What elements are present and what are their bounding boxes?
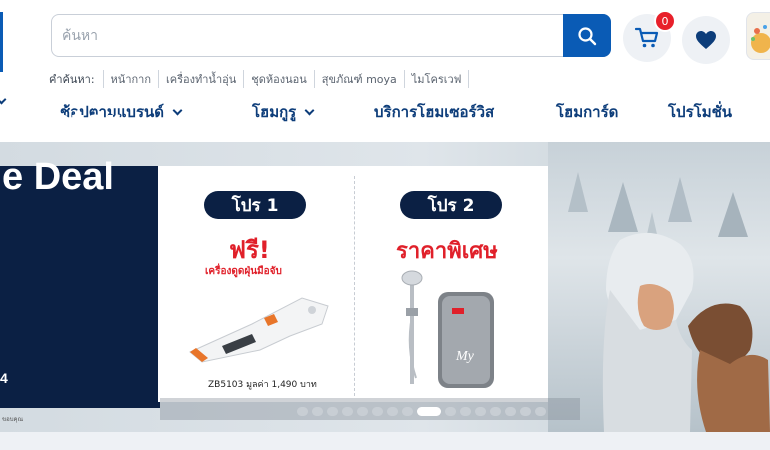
content-section-start bbox=[0, 432, 770, 450]
nav-item-label: บริการโฮมเซอร์วิส bbox=[374, 103, 495, 121]
carousel-dot[interactable] bbox=[445, 406, 456, 416]
nav-item-label: โฮมกูรู bbox=[252, 103, 297, 121]
logo-edge[interactable] bbox=[0, 12, 3, 72]
handheld-vacuum-image bbox=[189, 297, 329, 363]
cart-count-badge: 0 bbox=[654, 10, 676, 32]
carousel-dot[interactable] bbox=[490, 406, 501, 416]
banner-headline: e Deal bbox=[2, 156, 114, 198]
carousel-dot[interactable] bbox=[475, 406, 486, 416]
mother-and-baby-photo bbox=[602, 232, 770, 432]
svg-text:My: My bbox=[455, 349, 475, 364]
promo-1-subtitle: เครื่องดูดฝุ่นมือจับ bbox=[205, 266, 282, 277]
search-input[interactable] bbox=[52, 15, 564, 56]
carousel-dot[interactable] bbox=[387, 406, 398, 416]
carousel-dot[interactable] bbox=[402, 406, 413, 416]
nav-item-promotion[interactable]: โปรโมชั่น bbox=[668, 100, 732, 124]
search-icon bbox=[578, 26, 597, 45]
nav-item-home-service[interactable]: บริการโฮมเซอร์วิส bbox=[374, 100, 494, 124]
promo-2-pill: โปร 2 bbox=[400, 191, 502, 219]
carousel-dot[interactable] bbox=[520, 406, 531, 416]
avatar-image bbox=[751, 25, 770, 53]
water-heater-image: My bbox=[401, 270, 494, 388]
account-avatar[interactable] bbox=[746, 12, 770, 60]
banner-fine-print: ขอบคุณ bbox=[2, 416, 24, 423]
carousel-dot[interactable] bbox=[535, 406, 546, 416]
nav-item-label: โฮมการ์ด bbox=[556, 103, 619, 121]
nav-item-label: โปรโมชั่น bbox=[668, 103, 733, 121]
nav-item-home-card[interactable]: โฮมการ์ด bbox=[556, 100, 618, 124]
carousel-dot[interactable] bbox=[372, 406, 383, 416]
carousel-dot[interactable] bbox=[297, 406, 308, 416]
banner-headline: Heater bbox=[2, 102, 121, 144]
carousel-dot[interactable] bbox=[312, 406, 323, 416]
popular-keywords: คำค้นหา: หน้ากาก เครื่องทำน้ำอุ่น ชุดห้อ… bbox=[49, 70, 470, 88]
search-bar bbox=[51, 14, 611, 57]
search-button[interactable] bbox=[563, 14, 611, 57]
heart-icon bbox=[696, 31, 716, 49]
carousel-dot[interactable] bbox=[357, 406, 368, 416]
carousel-dots bbox=[297, 406, 546, 416]
carousel-dot[interactable] bbox=[327, 406, 338, 416]
cart-icon bbox=[634, 27, 659, 48]
chevron-down-icon bbox=[304, 105, 315, 115]
keywords-label: คำค้นหา: bbox=[49, 73, 95, 86]
keyword-link[interactable]: เครื่องทำน้ำอุ่น bbox=[158, 70, 243, 88]
nav-item-home-guru[interactable]: โฮมกูรู bbox=[252, 100, 315, 124]
promo-divider bbox=[354, 176, 355, 396]
chevron-down-icon bbox=[172, 105, 183, 115]
promo-2-title: ราคาพิเศษ bbox=[396, 239, 498, 264]
keyword-link[interactable]: ไมโครเวฟ bbox=[403, 70, 470, 88]
carousel-dot[interactable] bbox=[460, 406, 471, 416]
carousel-dot[interactable] bbox=[342, 406, 353, 416]
keyword-link[interactable]: สุขภัณฑ์ moya bbox=[313, 70, 404, 88]
promo-1-pill: โปร 1 bbox=[204, 191, 306, 219]
carousel-dot-active[interactable] bbox=[417, 406, 441, 416]
wishlist-button[interactable] bbox=[682, 16, 730, 64]
carousel-dot[interactable] bbox=[505, 406, 516, 416]
banner-headline-sub: 4 bbox=[0, 370, 8, 386]
promo-1-model-price: ZB5103 มูลค่า 1,490 บาท bbox=[208, 380, 317, 390]
keyword-link[interactable]: หน้ากาก bbox=[102, 70, 158, 88]
keyword-link[interactable]: ชุดห้องนอน bbox=[243, 70, 313, 88]
banner-title-panel bbox=[0, 166, 160, 408]
